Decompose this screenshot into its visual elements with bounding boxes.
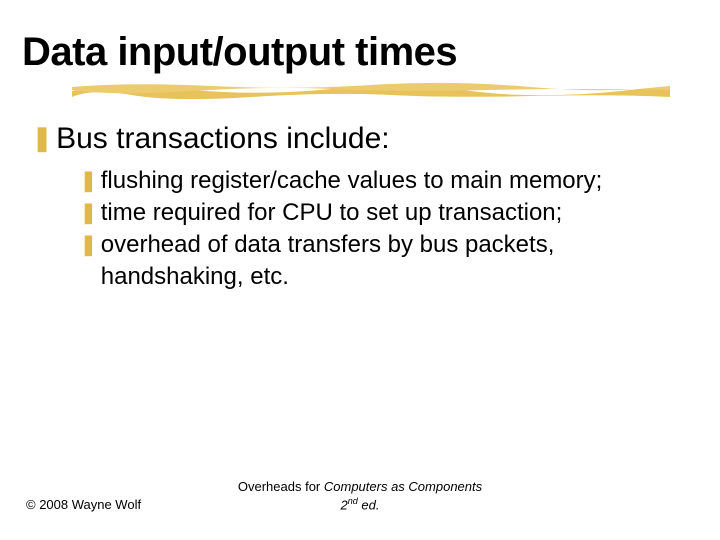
slide-title: Data input/output times [22,30,698,75]
level2-text: overhead of data transfers by bus packet… [101,229,661,293]
bullet-level2: ❚ time required for CPU to set up transa… [80,197,698,229]
overheads-text: Overheads for Computers as Components 2n… [0,479,720,512]
title-underline [72,81,670,99]
bullet-level1: ❚ Bus transactions include: [32,121,698,157]
level2-text: flushing register/cache values to main m… [101,165,603,197]
overheads-edition-suffix: nd [348,496,358,506]
overheads-edition-prefix: 2 [341,497,348,512]
overheads-edition-end: ed. [358,497,380,512]
y-bullet-icon: ❚ [80,165,97,197]
brush-stroke-icon [72,81,670,99]
overheads-italic: Computers as Components [324,479,482,494]
overheads-prefix: Overheads for [238,479,324,494]
y-bullet-icon: ❚ [80,229,97,261]
bullet-level2: ❚ overhead of data transfers by bus pack… [80,229,698,293]
bullet-level2: ❚ flushing register/cache values to main… [80,165,698,197]
y-bullet-icon: ❚ [80,197,97,229]
slide: Data input/output times ❚ Bus transactio… [0,0,720,540]
level2-text: time required for CPU to set up transact… [101,197,563,229]
level2-group: ❚ flushing register/cache values to main… [80,165,698,293]
level1-text: Bus transactions include: [56,121,390,157]
content-area: ❚ Bus transactions include: ❚ flushing r… [22,121,698,293]
z-bullet-icon: ❚ [32,121,52,157]
